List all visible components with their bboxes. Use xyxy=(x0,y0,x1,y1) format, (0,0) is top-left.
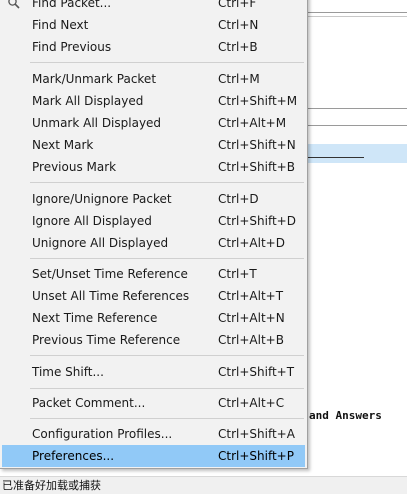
menu-item-label: Preferences... xyxy=(32,449,115,463)
menu-item-shortcut: Ctrl+D xyxy=(218,192,259,206)
menu-item-mark-unmark-packet[interactable]: Mark/Unmark Packet Ctrl+M xyxy=(2,68,305,90)
menu-item-label: Time Shift... xyxy=(32,365,104,379)
menu-item-mark-all-displayed[interactable]: Mark All Displayed Ctrl+Shift+M xyxy=(2,90,305,112)
tree-row-underline xyxy=(308,157,364,158)
menu-item-label: Mark All Displayed xyxy=(32,94,144,108)
menu-item-shortcut: Ctrl+Shift+N xyxy=(218,138,296,152)
pane-divider xyxy=(308,125,407,126)
pane-divider xyxy=(308,12,407,13)
menu-item-next-time-reference[interactable]: Next Time Reference Ctrl+Alt+N xyxy=(2,307,305,329)
menu-item-ignore-unignore-packet[interactable]: Ignore/Unignore Packet Ctrl+D xyxy=(2,188,305,210)
menu-item-label: Find Next xyxy=(32,18,89,32)
search-icon xyxy=(7,0,21,9)
menu-item-label: Next Mark xyxy=(32,138,94,152)
menu-item-shortcut: Ctrl+Alt+T xyxy=(218,289,284,303)
menu-item-shortcut: Ctrl+Shift+P xyxy=(218,449,294,463)
menu-separator xyxy=(30,388,304,389)
menu-item-previous-time-reference[interactable]: Previous Time Reference Ctrl+Alt+B xyxy=(2,329,305,351)
menu-item-label: Find Packet... xyxy=(32,0,112,10)
selected-tree-row[interactable] xyxy=(308,144,407,163)
menu-item-shortcut: Ctrl+Shift+D xyxy=(218,214,296,228)
menu-item-unset-all-time-references[interactable]: Unset All Time References Ctrl+Alt+T xyxy=(2,285,305,307)
menu-item-next-mark[interactable]: Next Mark Ctrl+Shift+N xyxy=(2,134,305,156)
menu-separator xyxy=(30,258,304,259)
menu-item-unmark-all-displayed[interactable]: Unmark All Displayed Ctrl+Alt+M xyxy=(2,112,305,134)
menu-item-set-unset-time-reference[interactable]: Set/Unset Time Reference Ctrl+T xyxy=(2,263,305,285)
bytes-pane-fragment: and Answers xyxy=(309,409,382,422)
menu-item-shortcut: Ctrl+Alt+M xyxy=(218,116,287,130)
menu-item-label: Next Time Reference xyxy=(32,311,158,325)
menu-item-label: Configuration Profiles... xyxy=(32,427,173,441)
status-text: 已准备好加载或捕获 xyxy=(2,479,101,492)
menu-item-label: Unignore All Displayed xyxy=(32,236,169,250)
menu-item-shortcut: Ctrl+Shift+M xyxy=(218,94,298,108)
menu-item-previous-mark[interactable]: Previous Mark Ctrl+Shift+B xyxy=(2,156,305,178)
menu-item-unignore-all-displayed[interactable]: Unignore All Displayed Ctrl+Alt+D xyxy=(2,232,305,254)
pane-divider xyxy=(308,16,407,17)
menu-item-preferences[interactable]: Preferences... Ctrl+Shift+P xyxy=(2,445,305,467)
menu-item-label: Ignore All Displayed xyxy=(32,214,152,228)
menu-item-ignore-all-displayed[interactable]: Ignore All Displayed Ctrl+Shift+D xyxy=(2,210,305,232)
menu-item-label: Unmark All Displayed xyxy=(32,116,162,130)
menu-item-shortcut: Ctrl+Alt+D xyxy=(218,236,285,250)
menu-item-find-packet[interactable]: Find Packet... Ctrl+F xyxy=(2,0,305,14)
menu-item-shortcut: Ctrl+Shift+B xyxy=(218,160,295,174)
pane-divider xyxy=(308,108,407,109)
menu-item-shortcut: Ctrl+N xyxy=(218,18,259,32)
menu-item-label: Set/Unset Time Reference xyxy=(32,267,188,281)
status-bar: 已准备好加载或捕获 xyxy=(0,476,407,494)
menu-item-label: Mark/Unmark Packet xyxy=(32,72,157,86)
menu-item-label: Unset All Time References xyxy=(32,289,190,303)
menu-item-find-previous[interactable]: Find Previous Ctrl+B xyxy=(2,36,305,58)
menu-item-shortcut: Ctrl+Shift+T xyxy=(218,365,295,379)
menu-item-label: Find Previous xyxy=(32,40,112,54)
menu-separator xyxy=(30,418,304,419)
menu-separator xyxy=(30,355,304,356)
menu-item-time-shift[interactable]: Time Shift... Ctrl+Shift+T xyxy=(2,361,305,383)
edit-menu-dropdown: Find Packet... Ctrl+F Find Next Ctrl+N F… xyxy=(0,0,308,469)
menu-item-shortcut: Ctrl+F xyxy=(218,0,257,10)
menu-item-shortcut: Ctrl+B xyxy=(218,40,258,54)
menu-item-label: Packet Comment... xyxy=(32,396,146,410)
menu-item-shortcut: Ctrl+Shift+A xyxy=(218,427,295,441)
menu-item-packet-comment[interactable]: Packet Comment... Ctrl+Alt+C xyxy=(2,392,305,414)
menu-item-shortcut: Ctrl+Alt+C xyxy=(218,396,285,410)
menu-item-configuration-profiles[interactable]: Configuration Profiles... Ctrl+Shift+A xyxy=(2,423,305,445)
menu-item-shortcut: Ctrl+T xyxy=(218,267,257,281)
menu-item-find-next[interactable]: Find Next Ctrl+N xyxy=(2,14,305,36)
menu-item-label: Previous Mark xyxy=(32,160,117,174)
menu-item-shortcut: Ctrl+Alt+B xyxy=(218,333,284,347)
menu-separator xyxy=(30,182,304,183)
menu-item-label: Previous Time Reference xyxy=(32,333,181,347)
menu-item-label: Ignore/Unignore Packet xyxy=(32,192,172,206)
menu-separator xyxy=(30,62,304,63)
menu-item-shortcut: Ctrl+Alt+N xyxy=(218,311,285,325)
menu-item-shortcut: Ctrl+M xyxy=(218,72,260,86)
